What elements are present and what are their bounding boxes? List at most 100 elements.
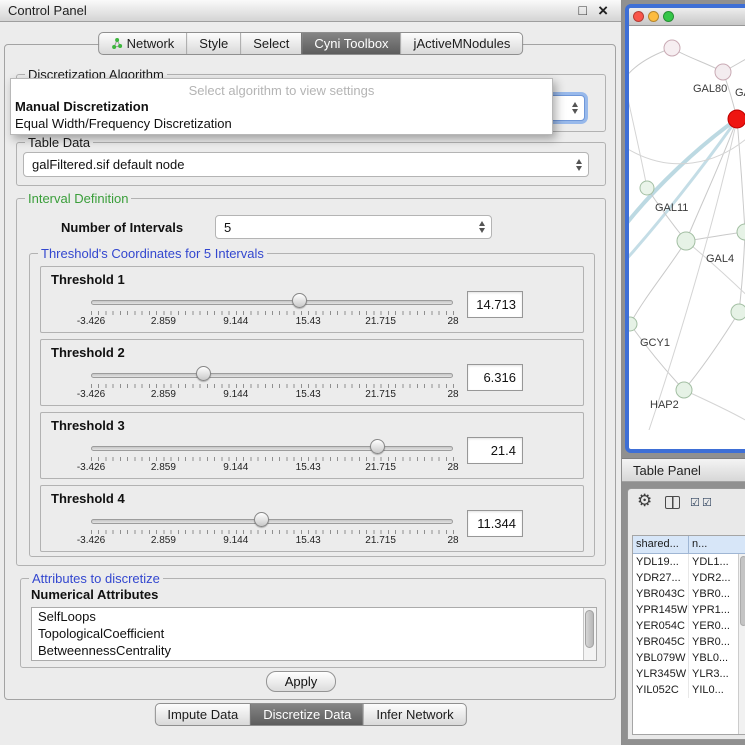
network-edge xyxy=(630,241,686,324)
network-node[interactable] xyxy=(629,317,637,331)
tick-label: 15.43 xyxy=(296,316,321,327)
app-screen: Control Panel □ × NetworkStyleSelectCyni… xyxy=(0,0,745,745)
table-row[interactable]: YER054CYER0... xyxy=(633,618,745,634)
network-node[interactable] xyxy=(737,224,745,240)
network-edge xyxy=(739,232,745,312)
close-window-icon[interactable]: × xyxy=(598,0,608,21)
column-header-0[interactable]: shared... xyxy=(633,536,689,554)
tick-label: 15.43 xyxy=(296,462,321,473)
tab-select[interactable]: Select xyxy=(240,33,301,54)
network-edge xyxy=(629,66,647,188)
network-node-label: GAL80 xyxy=(693,83,727,95)
tick-label: 15.43 xyxy=(296,535,321,546)
tab-style[interactable]: Style xyxy=(186,33,240,54)
top-tab-bar: Network Style Select Cyni ToolboxjActiveMNo… xyxy=(98,32,524,55)
threshold-1-slider[interactable]: -3.4262.8599.14415.4321.71528 xyxy=(83,291,463,331)
traffic-light-zoom-icon[interactable] xyxy=(663,11,674,22)
attribute-list-item[interactable]: SelfLoops xyxy=(32,608,596,625)
tab-network[interactable]: Network xyxy=(99,33,187,54)
tab-label: Style xyxy=(199,36,228,51)
table-cell: YBR043C xyxy=(633,586,689,602)
traffic-light-minimize-icon[interactable] xyxy=(648,11,659,22)
threshold-3-slider[interactable]: -3.4262.8599.14415.4321.71528 xyxy=(83,437,463,477)
gear-icon[interactable]: ⚙ xyxy=(637,491,652,511)
number-of-intervals-value: 5 xyxy=(224,220,231,235)
threshold-4-box: Threshold 4 -3.4262.8599.14415.4321.7152… xyxy=(40,485,584,552)
dropdown-option-equal-width-frequency[interactable]: Equal Width/Frequency Discretization xyxy=(11,115,552,132)
threshold-4-value-field[interactable]: 11.344 xyxy=(467,510,523,537)
select-rows-checkbox-icon[interactable]: ☑ xyxy=(702,496,712,509)
network-node[interactable] xyxy=(640,181,654,195)
threshold-4-label: Threshold 4 xyxy=(51,491,125,506)
network-node[interactable] xyxy=(677,232,695,250)
slider-tick-labels: -3.4262.8599.14415.4321.71528 xyxy=(83,364,463,404)
node-table-header: shared...n... xyxy=(633,536,745,554)
table-row[interactable]: YIL052CYIL0... xyxy=(633,682,745,698)
list-scrollbar-thumb[interactable] xyxy=(585,610,594,648)
table-row[interactable]: YBR045CYBR0... xyxy=(633,634,745,650)
network-edge xyxy=(630,324,684,390)
table-data-combo[interactable]: galFiltered.sif default node xyxy=(23,152,589,177)
group-title-threshold-coordinates: Threshold's Coordinates for 5 Intervals xyxy=(38,246,267,261)
number-of-intervals-combo[interactable]: 5 xyxy=(215,215,492,239)
float-window-icon[interactable]: □ xyxy=(579,0,587,21)
tab-jactivemnodules[interactable]: jActiveMNodules xyxy=(401,33,523,54)
network-node[interactable] xyxy=(715,64,731,80)
columns-icon[interactable] xyxy=(665,496,680,509)
number-of-intervals-label: Number of Intervals xyxy=(61,220,183,235)
network-edge xyxy=(686,241,745,303)
threshold-2-label: Threshold 2 xyxy=(51,345,125,360)
table-scrollbar-thumb[interactable] xyxy=(740,556,745,626)
table-cell: YBL0... xyxy=(689,650,745,666)
tab-infer-network[interactable]: Infer Network xyxy=(363,704,465,725)
network-node[interactable] xyxy=(731,304,745,320)
slider-thumb[interactable] xyxy=(370,439,385,454)
tab-label: Select xyxy=(253,36,289,51)
select-all-checkbox-icon[interactable]: ☑ xyxy=(690,496,700,509)
tick-label: -3.426 xyxy=(77,316,105,327)
tick-label: 28 xyxy=(447,535,458,546)
network-canvas[interactable]: GAL80GALGAL11GAL4GCY1HAP2 xyxy=(629,26,745,430)
table-row[interactable]: YDR27...YDR2... xyxy=(633,570,745,586)
column-header-1[interactable]: n... xyxy=(689,536,745,554)
group-title-attributes: Attributes to discretize xyxy=(29,571,163,586)
threshold-2-value-field[interactable]: 6.316 xyxy=(467,364,523,391)
tick-label: 28 xyxy=(447,462,458,473)
list-scrollbar[interactable] xyxy=(583,608,596,660)
slider-thumb[interactable] xyxy=(196,366,211,381)
control-panel-window: Control Panel □ × NetworkStyleSelectCyni… xyxy=(0,0,622,745)
threshold-1-value-field[interactable]: 14.713 xyxy=(467,291,523,318)
table-panel-titlebar: Table Panel xyxy=(622,458,745,482)
selected-red-node[interactable] xyxy=(728,110,745,128)
dropdown-option-manual-discretization[interactable]: Manual Discretization xyxy=(11,98,552,115)
threshold-3-value-field[interactable]: 21.4 xyxy=(467,437,523,464)
tab-discretize-data[interactable]: Discretize Data xyxy=(250,704,363,725)
attribute-list-item[interactable]: BetweennessCentrality xyxy=(32,642,596,659)
table-row[interactable]: YBL079WYBL0... xyxy=(633,650,745,666)
network-node[interactable] xyxy=(664,40,680,56)
apply-button[interactable]: Apply xyxy=(266,671,336,692)
numerical-attributes-label: Numerical Attributes xyxy=(31,587,158,602)
table-row[interactable]: YDL19...YDL1... xyxy=(633,554,745,570)
tick-label: 15.43 xyxy=(296,389,321,400)
tab-impute-data[interactable]: Impute Data xyxy=(155,704,250,725)
table-cell: YDR27... xyxy=(633,570,689,586)
threshold-4-slider[interactable]: -3.4262.8599.14415.4321.71528 xyxy=(83,510,463,550)
attribute-list-item[interactable]: TopologicalCoefficient xyxy=(32,625,596,642)
tick-label: 2.859 xyxy=(151,389,176,400)
network-node[interactable] xyxy=(676,382,692,398)
table-scrollbar[interactable] xyxy=(738,554,745,734)
traffic-light-close-icon[interactable] xyxy=(633,11,644,22)
tick-label: 21.715 xyxy=(365,462,396,473)
tab-cyni-toolbox[interactable]: Cyni Toolbox xyxy=(301,33,400,54)
network-node-label: GAL xyxy=(735,87,745,99)
tick-label: 2.859 xyxy=(151,462,176,473)
table-row[interactable]: YLR345WYLR3... xyxy=(633,666,745,682)
table-cell: YIL052C xyxy=(633,682,689,698)
threshold-2-slider[interactable]: -3.4262.8599.14415.4321.71528 xyxy=(83,364,463,404)
slider-thumb[interactable] xyxy=(254,512,269,527)
table-row[interactable]: YPR145WYPR1... xyxy=(633,602,745,618)
table-row[interactable]: YBR043CYBR0... xyxy=(633,586,745,602)
numerical-attributes-list[interactable]: SelfLoopsTopologicalCoefficientBetweenne… xyxy=(31,607,597,661)
right-panels: GAL80GALGAL11GAL4GCY1HAP2 Table Panel ⚙ … xyxy=(623,0,745,745)
